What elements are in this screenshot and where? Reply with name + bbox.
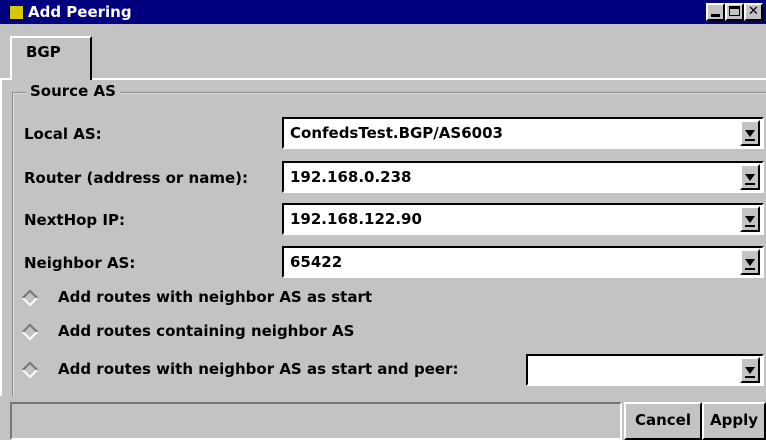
nexthop-dropdown-button[interactable]	[740, 206, 760, 232]
tab-bgp-label: BGP	[26, 43, 61, 61]
chevron-down-icon	[745, 367, 755, 374]
local-as-combo[interactable]: ConfedsTest.BGP/AS6003	[282, 117, 764, 149]
nexthop-label: NextHop IP:	[24, 211, 125, 229]
close-icon: ✕	[748, 4, 759, 19]
panel-border	[0, 78, 2, 396]
chevron-down-icon	[745, 174, 755, 181]
chevron-down-icon	[745, 216, 755, 223]
status-bar	[10, 402, 622, 440]
neighbor-as-value: 65422	[290, 253, 343, 271]
chevron-down-icon	[745, 259, 755, 266]
peer-combo[interactable]	[526, 354, 764, 386]
neighbor-as-label: Neighbor AS:	[24, 254, 136, 272]
title-bar[interactable]: Add Peering ✕	[0, 0, 766, 24]
close-button[interactable]: ✕	[744, 3, 763, 21]
dropdown-bar-icon	[745, 139, 755, 141]
nexthop-combo[interactable]: 192.168.122.90	[282, 203, 764, 235]
chevron-down-icon	[745, 130, 755, 137]
nexthop-value: 192.168.122.90	[290, 210, 422, 228]
neighbor-as-dropdown-button[interactable]	[740, 249, 760, 275]
local-as-value: ConfedsTest.BGP/AS6003	[290, 124, 503, 142]
local-as-dropdown-button[interactable]	[740, 120, 760, 146]
apply-button[interactable]: Apply	[702, 402, 766, 440]
peer-dropdown-button[interactable]	[740, 357, 760, 383]
window-title: Add Peering	[28, 3, 132, 21]
source-as-legend: Source AS	[26, 82, 120, 100]
dropdown-bar-icon	[745, 183, 755, 185]
router-label: Router (address or name):	[24, 169, 248, 187]
dropdown-bar-icon	[745, 225, 755, 227]
minimize-icon	[711, 14, 720, 17]
local-as-label: Local AS:	[24, 125, 102, 143]
dropdown-bar-icon	[745, 268, 755, 270]
router-combo[interactable]: 192.168.0.238	[282, 161, 764, 193]
radio-containing-label: Add routes containing neighbor AS	[58, 322, 355, 340]
dropdown-bar-icon	[745, 376, 755, 378]
cancel-button[interactable]: Cancel	[624, 402, 702, 440]
router-dropdown-button[interactable]	[740, 164, 760, 190]
maximize-icon	[729, 6, 740, 16]
minimize-button[interactable]	[706, 3, 725, 21]
neighbor-as-combo[interactable]: 65422	[282, 246, 764, 278]
router-value: 192.168.0.238	[290, 168, 412, 186]
tab-bgp[interactable]: BGP	[10, 36, 92, 80]
radio-start-and-peer-label: Add routes with neighbor AS as start and…	[58, 360, 459, 378]
panel-border	[92, 78, 766, 80]
app-icon	[9, 5, 24, 20]
radio-start-label: Add routes with neighbor AS as start	[58, 288, 373, 306]
maximize-button[interactable]	[725, 3, 744, 21]
